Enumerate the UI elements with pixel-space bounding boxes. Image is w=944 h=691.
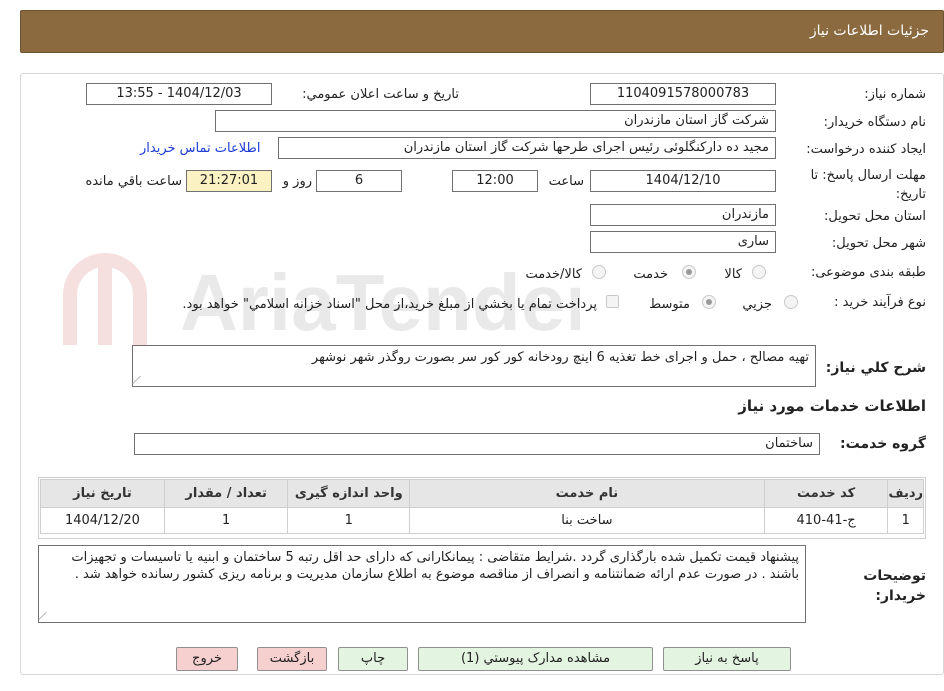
buyer-contact-link[interactable]: اطلاعات تماس خريدار bbox=[140, 141, 260, 156]
service-group-field: ساختمان bbox=[134, 433, 820, 455]
category-radio-goods-service[interactable] bbox=[592, 265, 606, 279]
creator-field: مجید ده دارکنگلوئی رئیس اجرای طرحها شركت… bbox=[278, 137, 776, 159]
process-label: نوع فرآيند خريد : bbox=[834, 295, 926, 310]
back-button[interactable]: بازگشت bbox=[257, 647, 327, 671]
treasury-checkbox[interactable] bbox=[606, 295, 619, 308]
col-quantity: تعداد / مقدار bbox=[163, 479, 289, 508]
page-title: جزئیات اطلاعات نیاز bbox=[809, 23, 929, 39]
buyer-notes-label: توضيحات خريدار: bbox=[863, 568, 926, 604]
cell-need-date: 1404/12/20 bbox=[40, 507, 165, 534]
page-header: جزئیات اطلاعات نیاز bbox=[20, 10, 944, 53]
city-label: شهر محل تحويل: bbox=[831, 236, 926, 251]
cell-service-code: ج-41-410 bbox=[763, 507, 889, 534]
print-button[interactable]: چاپ bbox=[338, 647, 408, 671]
table-header-row: رديف كد خدمت نام خدمت واحد اندازه گيری ت… bbox=[40, 479, 924, 508]
process-radio-minor[interactable] bbox=[784, 295, 798, 309]
need-number-field: 1104091578000783 bbox=[590, 83, 776, 105]
buyer-org-label: نام دستگاه خريدار: bbox=[823, 115, 926, 130]
province-label: استان محل تحويل: bbox=[824, 209, 926, 224]
category-label: طبقه بندی موضوعی: bbox=[810, 265, 926, 280]
remaining-label: ساعت باقي مانده bbox=[85, 174, 182, 189]
category-option-goods-service: کالا/خدمت bbox=[525, 267, 582, 282]
city-field: ساری bbox=[590, 231, 776, 253]
reply-button[interactable]: پاسخ به نياز bbox=[663, 647, 791, 671]
province-field: مازندران bbox=[590, 204, 776, 226]
days-field: 6 bbox=[316, 170, 402, 192]
col-unit: واحد اندازه گيری bbox=[287, 479, 411, 508]
services-table: رديف كد خدمت نام خدمت واحد اندازه گيری ت… bbox=[40, 479, 924, 534]
buyer-notes-textarea: پیشنهاد قیمت تکمیل شده بارگذاری گردد .شر… bbox=[38, 545, 806, 623]
days-label: روز و bbox=[282, 174, 312, 189]
summary-textarea: تهیه مصالح ، حمل و اجرای خط تغذیه 6 اینچ… bbox=[132, 345, 816, 387]
exit-button[interactable]: خروج bbox=[176, 647, 238, 671]
service-group-label: گروه خدمت: bbox=[840, 436, 926, 452]
summary-text: تهیه مصالح ، حمل و اجرای خط تغذیه 6 اینچ… bbox=[311, 350, 809, 365]
category-option-service: خدمت bbox=[633, 267, 668, 282]
deadline-time-field: 12:00 bbox=[452, 170, 538, 192]
announce-label: تاریخ و ساعت اعلان عمومي: bbox=[302, 87, 459, 102]
remaining-timer: 21:27:01 bbox=[186, 170, 272, 192]
announce-field: 1404/12/03 - 13:55 bbox=[86, 83, 272, 105]
services-section-title: اطلاعات خدمات مورد نياز bbox=[738, 397, 926, 415]
col-need-date: تاريخ نياز bbox=[40, 479, 165, 508]
category-radio-service[interactable] bbox=[682, 265, 696, 279]
buyer-org-field: شركت گاز استان مازندران bbox=[215, 110, 776, 132]
deadline-hour-label: ساعت bbox=[548, 174, 584, 189]
process-option-minor: جزيي bbox=[742, 297, 772, 312]
category-option-goods: کالا bbox=[724, 267, 742, 282]
deadline-label: مهلت ارسال پاسخ: تا تاريخ: bbox=[810, 168, 926, 202]
process-radio-medium[interactable] bbox=[702, 295, 716, 309]
cell-service-name: ساخت بنا bbox=[409, 507, 765, 534]
buyer-notes-text: پیشنهاد قیمت تکمیل شده بارگذاری گردد .شر… bbox=[71, 550, 799, 582]
col-service-name: نام خدمت bbox=[409, 479, 765, 508]
services-table-wrap: رديف كد خدمت نام خدمت واحد اندازه گيری ت… bbox=[38, 477, 926, 539]
cell-unit: 1 bbox=[287, 507, 411, 534]
col-row-number: رديف bbox=[887, 479, 924, 508]
view-attachments-button[interactable]: مشاهده مدارک پيوستي (1) bbox=[418, 647, 653, 671]
creator-label: ايجاد كننده درخواست: bbox=[806, 142, 926, 157]
cell-row-number: 1 bbox=[887, 507, 924, 534]
summary-label: شرح كلي نياز: bbox=[825, 360, 926, 376]
need-number-label: شماره نیاز: bbox=[864, 87, 926, 102]
payment-note: پرداخت تمام يا بخشي از مبلغ خريد،از محل … bbox=[182, 297, 597, 312]
table-row[interactable]: 1 ج-41-410 ساخت بنا 1 1 1404/12/20 bbox=[40, 507, 924, 534]
category-radio-goods[interactable] bbox=[752, 265, 766, 279]
col-service-code: كد خدمت bbox=[763, 479, 889, 508]
deadline-date-field: 1404/12/10 bbox=[590, 170, 776, 192]
cell-quantity: 1 bbox=[163, 507, 289, 534]
process-option-medium: متوسط bbox=[649, 297, 690, 312]
